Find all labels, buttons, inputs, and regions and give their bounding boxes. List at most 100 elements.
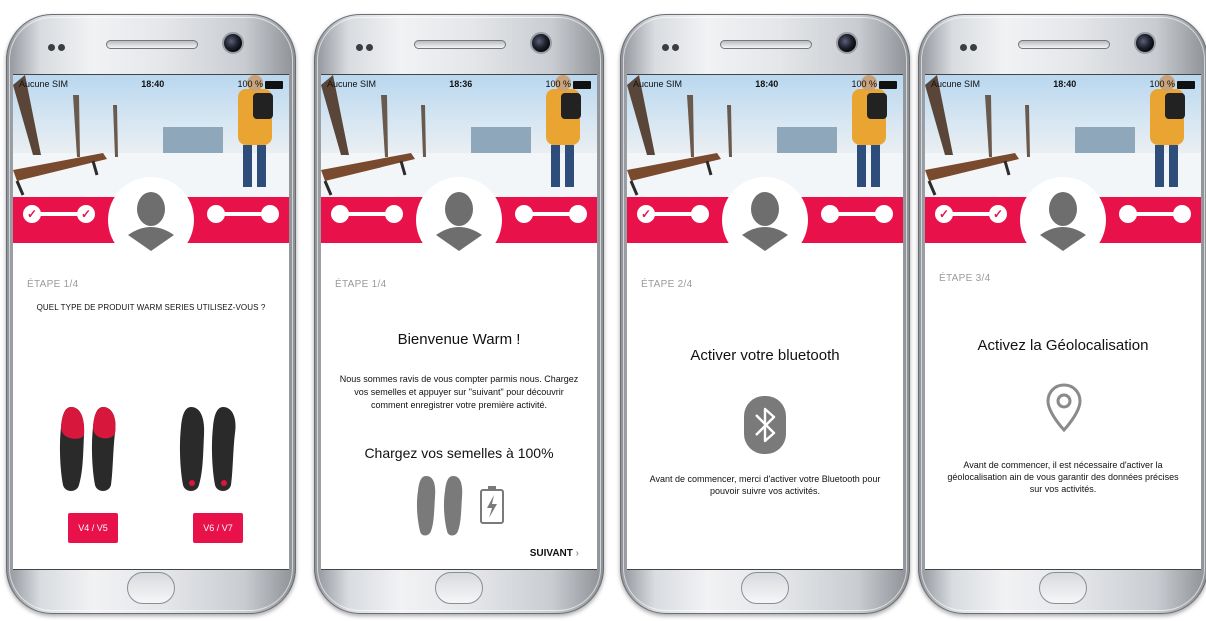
progress-step-2 — [385, 205, 403, 223]
progress-step-4 — [1173, 205, 1191, 223]
location-pin-icon — [1046, 383, 1082, 433]
earpiece-speaker — [720, 40, 812, 49]
progress-step-1: ✓ — [935, 205, 953, 223]
progress-step-4 — [261, 205, 279, 223]
check-icon: ✓ — [640, 207, 652, 221]
chevron-right-icon: › — [575, 548, 579, 559]
product-v4-v5-button[interactable]: V4 / V5 — [68, 513, 118, 543]
progress-track-left: ✓ ✓ — [23, 205, 95, 223]
progress-track-right — [821, 205, 893, 223]
front-camera — [1134, 32, 1156, 54]
avatar — [722, 177, 808, 263]
front-sensors — [662, 38, 682, 56]
front-camera — [530, 32, 552, 54]
progress-track-right — [1119, 205, 1191, 223]
battery-status: 100 % — [237, 79, 283, 89]
clock: 18:40 — [755, 79, 779, 89]
progress-track-right — [207, 205, 279, 223]
home-button[interactable] — [127, 572, 175, 604]
battery-icon — [265, 80, 283, 89]
geolocation-title: Activez la Géolocalisation — [977, 337, 1149, 354]
status-bar: Aucune SIM 18:36 100 % — [327, 77, 591, 91]
front-sensors — [960, 38, 980, 56]
earpiece-speaker — [414, 40, 506, 49]
battery-status: 100 % — [545, 79, 591, 89]
insoles-red-image — [59, 407, 116, 491]
product-v6-v7-button[interactable]: V6 / V7 — [193, 513, 243, 543]
screen-product-choice: Aucune SIM 18:40 100 % ✓ ✓ ÉTAPE 1/4 QUE… — [13, 74, 289, 570]
battery-charging-icon — [480, 486, 504, 524]
progress-step-3 — [515, 205, 533, 223]
check-icon: ✓ — [938, 207, 950, 221]
clock: 18:36 — [449, 79, 473, 89]
progress-step-3 — [1119, 205, 1137, 223]
progress-step-2: ✓ — [77, 205, 95, 223]
status-bar: Aucune SIM 18:40 100 % — [931, 77, 1195, 91]
next-label: SUIVANT — [529, 548, 573, 559]
clock: 18:40 — [1053, 79, 1077, 89]
progress-step-1: ✓ — [23, 205, 41, 223]
avatar — [416, 177, 502, 263]
home-button[interactable] — [741, 572, 789, 604]
carrier-label: Aucune SIM — [19, 79, 69, 89]
user-silhouette-icon — [128, 192, 174, 251]
check-icon: ✓ — [26, 207, 38, 221]
screen-geolocation: Aucune SIM 18:40 100 % ✓ ✓ ÉTAPE 3/4 Act… — [925, 74, 1201, 570]
user-silhouette-icon — [742, 192, 788, 251]
carrier-label: Aucune SIM — [327, 79, 377, 89]
avatar — [1020, 177, 1106, 263]
user-silhouette-icon — [436, 192, 482, 251]
progress-track-right — [515, 205, 587, 223]
phone-frame-1: Aucune SIM 18:40 100 % ✓ ✓ ÉTAPE 1/4 QUE… — [6, 14, 296, 614]
user-silhouette-icon — [1040, 192, 1086, 251]
status-bar: Aucune SIM 18:40 100 % — [633, 77, 897, 91]
earpiece-speaker — [106, 40, 198, 49]
step-indicator: ÉTAPE 1/4 — [27, 279, 79, 290]
screen-bluetooth: Aucune SIM 18:40 100 % ✓ ÉTAPE 2/4 Activ… — [627, 74, 903, 570]
phone-frame-3: Aucune SIM 18:40 100 % ✓ ÉTAPE 2/4 Activ… — [620, 14, 910, 614]
charge-subtitle: Chargez vos semelles à 100% — [364, 445, 554, 461]
avatar — [108, 177, 194, 263]
front-camera — [222, 32, 244, 54]
clock: 18:40 — [141, 79, 165, 89]
status-bar: Aucune SIM 18:40 100 % — [19, 77, 283, 91]
phone-frame-4: Aucune SIM 18:40 100 % ✓ ✓ ÉTAPE 3/4 Act… — [918, 14, 1206, 614]
question-text: QUEL TYPE DE PRODUIT WARM SERIES UTILISE… — [36, 303, 266, 312]
progress-track-left: ✓ — [637, 205, 709, 223]
battery-icon — [573, 80, 591, 89]
progress-step-4 — [569, 205, 587, 223]
welcome-body: Nous sommes ravis de vous compter parmis… — [339, 374, 579, 410]
geolocation-body: Avant de commencer, il est nécessaire d'… — [947, 460, 1179, 494]
progress-step-3 — [821, 205, 839, 223]
progress-step-1: ✓ — [637, 205, 655, 223]
step-indicator: ÉTAPE 1/4 — [335, 279, 387, 290]
bluetooth-icon — [744, 396, 786, 454]
bluetooth-body: Avant de commencer, merci d'activer votr… — [649, 474, 881, 496]
bluetooth-title: Activer votre bluetooth — [690, 347, 840, 364]
progress-track-left: ✓ ✓ — [935, 205, 1007, 223]
welcome-title: Bienvenue Warm ! — [397, 331, 521, 348]
check-icon: ✓ — [992, 207, 1004, 221]
progress-step-1 — [331, 205, 349, 223]
next-button[interactable]: SUIVANT › — [530, 548, 579, 559]
battery-status: 100 % — [851, 79, 897, 89]
home-button[interactable] — [435, 572, 483, 604]
progress-step-3 — [207, 205, 225, 223]
check-icon: ✓ — [80, 207, 92, 221]
front-camera — [836, 32, 858, 54]
home-button[interactable] — [1039, 572, 1087, 604]
carrier-label: Aucune SIM — [931, 79, 981, 89]
battery-status: 100 % — [1149, 79, 1195, 89]
progress-step-2: ✓ — [989, 205, 1007, 223]
insoles-icon — [416, 476, 463, 536]
battery-icon — [879, 80, 897, 89]
front-sensors — [356, 38, 376, 56]
phone-frame-2: Aucune SIM 18:36 100 % ÉTAPE 1/4 Bienven… — [314, 14, 604, 614]
earpiece-speaker — [1018, 40, 1110, 49]
insoles-black-image — [179, 407, 236, 491]
front-sensors — [48, 38, 68, 56]
carrier-label: Aucune SIM — [633, 79, 683, 89]
battery-icon — [1177, 80, 1195, 89]
progress-step-2 — [691, 205, 709, 223]
step-indicator: ÉTAPE 3/4 — [939, 273, 991, 284]
